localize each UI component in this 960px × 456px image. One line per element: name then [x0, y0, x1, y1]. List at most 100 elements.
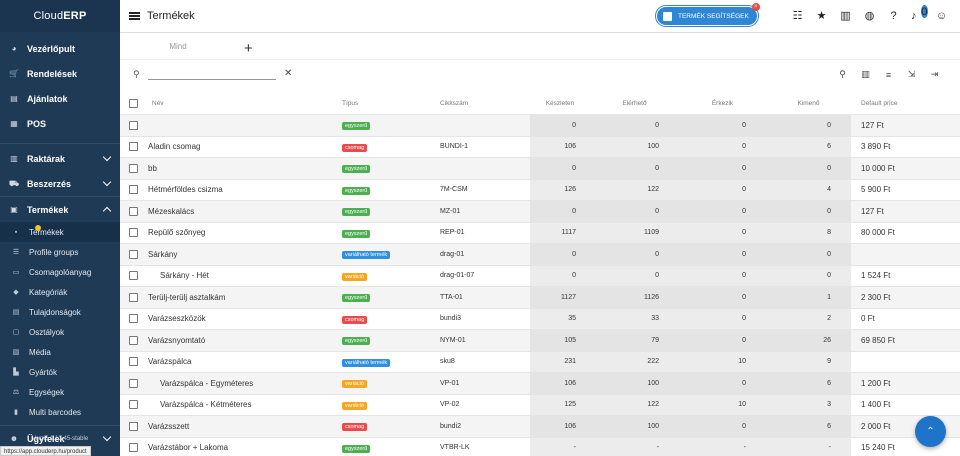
column-header-type[interactable]: Típus: [342, 100, 440, 107]
product-name[interactable]: Varázsnyomtató: [146, 336, 342, 345]
table-row[interactable]: Varázspálca - Kétméteres variáció VP-02 125…: [120, 394, 960, 416]
row-checkbox[interactable]: [128, 206, 138, 216]
product-name[interactable]: Varázsszett: [146, 422, 342, 431]
table-row[interactable]: Varázseszközök csomag bundi3 35 33 0 2 0 Ft: [120, 308, 960, 330]
row-checkbox[interactable]: [128, 292, 138, 302]
add-tab-button[interactable]: +: [244, 40, 253, 57]
sidebar-sub-item[interactable]: ▙ Gyártók: [0, 362, 120, 382]
sidebar-sub-item[interactable]: ⚖ Egységek: [0, 382, 120, 402]
table-row[interactable]: Varázsnyomtató egyszerű NYM-01 105 79 0 26 69 8…: [120, 330, 960, 352]
sidebar-item-rakt-rak[interactable]: ▥ Raktárak: [0, 146, 120, 171]
row-checkbox[interactable]: [128, 314, 138, 324]
column-header-name[interactable]: Név: [146, 100, 342, 107]
column-header-price[interactable]: Default price: [851, 100, 958, 107]
table-row[interactable]: Sárkány - Hét variáció drag-01-07 0 0 0 0 1 524…: [120, 265, 960, 287]
product-name[interactable]: Varázspálca - Kétméteres: [146, 400, 342, 409]
product-incoming-value: 0: [742, 143, 746, 151]
columns-icon[interactable]: ▥: [859, 68, 872, 81]
product-name[interactable]: Hétmérföldes csizma: [146, 185, 342, 194]
account-icon[interactable]: ☺: [935, 9, 948, 22]
sidebar-item-aj-nlatok[interactable]: ▤ Ajánlatok: [0, 86, 120, 111]
menu-icon[interactable]: [129, 12, 140, 20]
table-row[interactable]: Varázstábor + Lakoma egyszerű VTBR-LK - - - - 1…: [120, 437, 960, 456]
chevron-up-icon[interactable]: [102, 206, 112, 216]
table-row[interactable]: egyszerű 0 0 0 0 127 Ft: [120, 115, 960, 137]
row-checkbox[interactable]: [128, 185, 138, 195]
sidebar-item-products[interactable]: ▣ Termékek: [0, 197, 120, 222]
checklist-icon[interactable]: ☷: [791, 9, 804, 22]
star-icon[interactable]: ★: [815, 9, 828, 22]
sidebar-sub-item[interactable]: ▭ Csomagolóanyag: [0, 262, 120, 282]
sidebar-sub-item[interactable]: ▤ Tulajdonságok: [0, 302, 120, 322]
clear-icon[interactable]: ✕: [284, 68, 292, 79]
filter-icon[interactable]: ≡: [882, 68, 895, 81]
product-name[interactable]: Sárkány: [146, 250, 342, 259]
sidebar-sub-item[interactable]: ▢ Osztályok: [0, 322, 120, 342]
sidebar-sub-item[interactable]: ▧ Média: [0, 342, 120, 362]
table-row[interactable]: Repülő szőnyeg egyszerű REP-01 1117 1109 0 8 80…: [120, 222, 960, 244]
import-icon[interactable]: ⇲: [905, 68, 918, 81]
column-header-stock[interactable]: Készleten: [530, 100, 590, 107]
sidebar-item-rendel-sek[interactable]: 🛒 Rendelések: [0, 61, 120, 86]
sidebar-item-vez-rl-pult[interactable]: ◕ Vezérlőpult: [0, 36, 120, 61]
row-checkbox[interactable]: [128, 335, 138, 345]
sidebar-sub-item[interactable]: ▮ Multi barcodes: [0, 402, 120, 422]
row-checkbox[interactable]: [128, 378, 138, 388]
product-name[interactable]: Varázspálca: [146, 357, 342, 366]
row-checkbox[interactable]: [128, 142, 138, 152]
globe-icon[interactable]: ◍: [863, 9, 876, 22]
select-all-checkbox[interactable]: [128, 99, 138, 108]
table-row[interactable]: Varázsszett csomag bundi2 106 100 0 6 2 000 Ft: [120, 416, 960, 438]
building-icon[interactable]: ▥: [839, 9, 852, 22]
sidebar-sub-item[interactable]: ▪ Termékek: [0, 222, 120, 242]
product-name[interactable]: Varázspálca - Egyméteres: [146, 379, 342, 388]
table-row[interactable]: Aladin csomag csomag BUNDI-1 106 100 0 6 3 890 …: [120, 136, 960, 158]
product-name[interactable]: bb: [146, 164, 342, 173]
column-header-available[interactable]: Elérhető: [590, 100, 679, 107]
row-checkbox[interactable]: [128, 357, 138, 367]
row-checkbox[interactable]: [128, 271, 138, 281]
sidebar-sub-item[interactable]: ◆ Kategóriák: [0, 282, 120, 302]
table-row[interactable]: Mézeskalács egyszerű MZ-01 0 0 0 0 127 Ft: [120, 201, 960, 223]
product-name[interactable]: Varázstábor + Lakoma: [146, 443, 342, 452]
table-row[interactable]: Varázspálca - Egyméteres variáció VP-01 106…: [120, 373, 960, 395]
table-row[interactable]: Varázspálca variálható termék sku8 231 222 10…: [120, 351, 960, 373]
tab-all[interactable]: Mind: [140, 37, 216, 59]
search-icon[interactable]: ⚲: [836, 68, 849, 81]
bell-icon[interactable]: ♪ 0: [911, 5, 928, 22]
table-row[interactable]: Sárkány variálható termék drag-01 0 0 0 0: [120, 244, 960, 266]
row-checkbox[interactable]: [128, 400, 138, 410]
chevron-down-icon[interactable]: [102, 152, 112, 162]
close-icon[interactable]: ×: [751, 3, 760, 11]
table-row[interactable]: bb egyszerű 0 0 0 0 10 000 Ft: [120, 158, 960, 180]
product-name[interactable]: Terülj-terülj asztalkám: [146, 293, 342, 302]
column-header-outgoing[interactable]: Kimenő: [766, 100, 851, 107]
scroll-top-button[interactable]: ⌃: [915, 416, 946, 447]
row-checkbox[interactable]: [128, 249, 138, 259]
column-header-sku[interactable]: Cikkszám: [440, 100, 530, 107]
export-icon[interactable]: ⇥: [928, 68, 941, 81]
table-row[interactable]: Terülj-terülj asztalkám egyszerű TTA-01 112…: [120, 287, 960, 309]
row-checkbox[interactable]: [128, 120, 138, 130]
product-incoming-value: 0: [742, 272, 746, 280]
sidebar-sub-item-label: Multi barcodes: [29, 407, 82, 417]
table-row[interactable]: Hétmérföldes csizma egyszerű 7M-CSM 126 122 0…: [120, 179, 960, 201]
sidebar-item-pos[interactable]: ▦ POS: [0, 111, 120, 136]
sidebar-sub-item[interactable]: ☰ Profile groups: [0, 242, 120, 262]
sidebar-item-beszerz-s[interactable]: ⛟ Beszerzés: [0, 171, 120, 196]
product-help-button[interactable]: TERMÉK SEGÍTSÉGEK ×: [656, 3, 760, 26]
chevron-down-icon[interactable]: [102, 177, 112, 187]
row-checkbox[interactable]: [128, 421, 138, 431]
product-name[interactable]: Varázseszközök: [146, 314, 342, 323]
product-name[interactable]: Repülő szőnyeg: [146, 228, 342, 237]
search-input[interactable]: [148, 69, 276, 80]
product-name[interactable]: Aladin csomag: [146, 142, 342, 151]
product-name[interactable]: Sárkány - Hét: [146, 271, 342, 280]
row-checkbox[interactable]: [128, 443, 138, 453]
row-checkbox[interactable]: [128, 163, 138, 173]
column-header-incoming[interactable]: Érkezik: [679, 100, 766, 107]
product-name[interactable]: Mézeskalács: [146, 207, 342, 216]
row-checkbox[interactable]: [128, 228, 138, 238]
help-icon[interactable]: ?: [887, 9, 900, 22]
brand-logo[interactable]: Cloud ERP: [0, 0, 120, 32]
